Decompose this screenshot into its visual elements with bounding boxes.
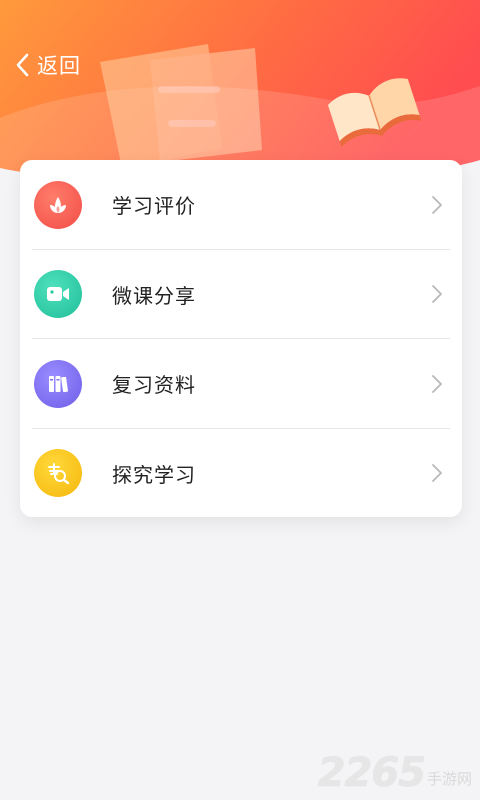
books-icon <box>34 359 82 408</box>
magnifier-icon <box>34 449 82 498</box>
chevron-right-icon <box>432 374 442 393</box>
chevron-right-icon <box>432 464 442 483</box>
menu-item-label: 微课分享 <box>112 283 196 308</box>
menu-item-label: 复习资料 <box>112 373 196 398</box>
paper-illustration <box>100 44 262 168</box>
watermark-text: 手游网 <box>426 770 472 788</box>
menu-item-label: 探究学习 <box>112 462 196 487</box>
chevron-left-icon <box>14 50 36 80</box>
watermark-number: 2265 <box>317 750 426 796</box>
menu-item-micro-lesson-share[interactable]: 微课分享 <box>20 250 462 339</box>
flower-icon <box>34 180 82 229</box>
menu-item-learning-evaluation[interactable]: 学习评价 <box>20 160 462 250</box>
video-camera-icon <box>34 270 82 319</box>
watermark: 2265 手游网 <box>318 750 472 796</box>
chevron-right-icon <box>432 195 442 214</box>
menu-item-inquiry-learning[interactable]: 探究学习 <box>20 429 462 519</box>
menu-card: 学习评价 微课分享 复习资料 探究学习 <box>20 160 462 517</box>
back-label: 返回 <box>37 54 81 78</box>
menu-item-review-materials[interactable]: 复习资料 <box>20 339 462 429</box>
menu-item-label: 学习评价 <box>112 194 196 219</box>
chevron-right-icon <box>432 285 442 304</box>
back-button[interactable]: 返回 <box>14 48 81 82</box>
